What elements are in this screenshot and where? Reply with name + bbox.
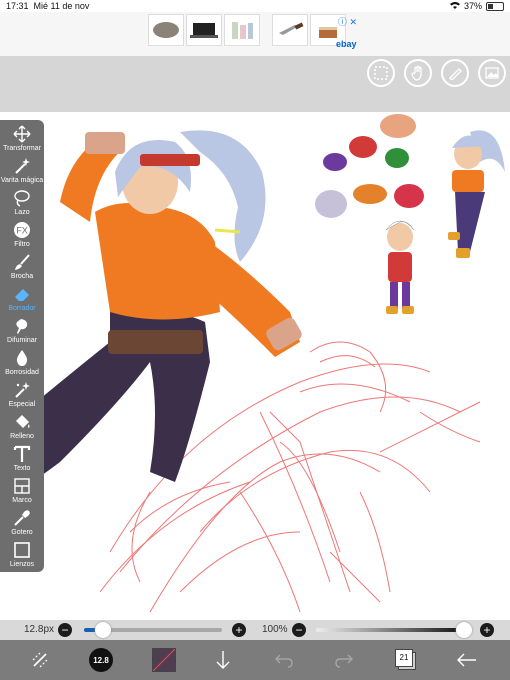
ad-thumb-fur[interactable] [148, 14, 184, 46]
brush-icon [12, 252, 32, 272]
status-time-date: 17:31 Mié 11 de nov [6, 1, 89, 11]
tool-smudge[interactable]: Difuminar [0, 316, 44, 344]
bucket-icon [12, 412, 32, 432]
hand-icon[interactable] [404, 59, 432, 87]
tool-label: Borrosidad [5, 369, 39, 376]
ad-thumb-knife[interactable] [272, 14, 308, 46]
tool-frame[interactable]: Marco [0, 476, 44, 504]
layers-count: 21 [395, 649, 413, 667]
ad-thumb-laptop[interactable] [186, 14, 222, 46]
brush-preview-icon[interactable]: 12.8 [89, 648, 113, 672]
redo-icon[interactable] [334, 651, 354, 674]
reference-figure-tall [448, 130, 505, 258]
tool-filter[interactable]: FX Filtro [0, 220, 44, 248]
tool-magic-wand[interactable]: Varita mágica [0, 156, 44, 184]
tool-label: Texto [13, 465, 31, 472]
opacity-minus-button[interactable]: − [292, 623, 306, 637]
tool-label: Relleno [10, 433, 34, 440]
brush-size-icon[interactable] [441, 59, 469, 87]
opacity-label: 100% [262, 624, 288, 635]
smudge-icon [12, 316, 32, 336]
tool-panel: Transformar Varita mágica Lazo FX Filtro… [0, 120, 44, 572]
tool-label: Especial [8, 401, 36, 408]
eyedropper-icon [12, 508, 32, 528]
tool-label: Varita mágica [0, 177, 44, 184]
status-right: 37% [449, 1, 504, 11]
drawing-canvas[interactable] [0, 112, 510, 620]
tool-canvas[interactable]: Lienzos [0, 540, 44, 568]
tool-label: Lazo [14, 209, 30, 216]
status-date: Mié 11 de nov [33, 1, 90, 11]
fx-icon: FX [12, 220, 32, 240]
canvas-icon [12, 540, 32, 560]
lasso-icon [12, 188, 32, 208]
tool-label: Transformar [3, 145, 41, 152]
magic-wand-icon [12, 156, 32, 176]
opacity-slider-track[interactable] [316, 628, 464, 632]
battery-icon [486, 1, 504, 11]
ad-thumbnails [148, 14, 346, 46]
status-bar: 17:31 Mié 11 de nov 37% [0, 0, 510, 12]
move-icon [12, 124, 32, 144]
color-swatches [315, 114, 424, 218]
image-icon[interactable] [478, 59, 506, 87]
tool-label: Borrador [8, 305, 36, 312]
ad-close-badge[interactable]: ⓘ ✕ [338, 15, 357, 28]
opacity-slider-knob[interactable] [456, 622, 472, 638]
brush-size-label: 12.8px [24, 624, 55, 635]
drop-icon [12, 348, 32, 368]
tool-lasso[interactable]: Lazo [0, 188, 44, 216]
tool-eyedropper[interactable]: Gotero [0, 508, 44, 536]
artwork [0, 114, 505, 613]
tool-label: Lienzos [9, 561, 35, 568]
reference-figure-small [385, 220, 415, 314]
tool-label: Filtro [14, 241, 30, 248]
ad-banner[interactable]: ⓘ ✕ ebay [0, 12, 510, 56]
back-arrow-icon[interactable] [456, 651, 478, 674]
tool-text[interactable]: Texto [0, 444, 44, 472]
sparkle-icon [12, 380, 32, 400]
brush-size-badge: 12.8 [93, 655, 109, 665]
slider-bar: 12.8px − + 100% − + [0, 620, 510, 640]
selection-icon[interactable] [367, 59, 395, 87]
tool-blur[interactable]: Borrosidad [0, 348, 44, 376]
undo-icon[interactable] [274, 651, 294, 674]
frame-icon [12, 476, 32, 496]
tool-label: Gotero [11, 529, 33, 536]
svg-text:FX: FX [16, 226, 28, 236]
tool-brush[interactable]: Brocha [0, 252, 44, 280]
size-plus-button[interactable]: + [232, 623, 246, 637]
opacity-plus-button[interactable]: + [480, 623, 494, 637]
tool-eraser[interactable]: Borrador [0, 284, 44, 312]
size-minus-button[interactable]: − [58, 623, 72, 637]
ad-thumb-bottles[interactable] [224, 14, 260, 46]
wifi-icon [449, 1, 460, 11]
tool-special[interactable]: Especial [0, 380, 44, 408]
layers-icon[interactable]: 21 [395, 649, 416, 670]
tool-label: Brocha [10, 273, 34, 280]
download-arrow-icon[interactable] [214, 649, 232, 676]
tool-transform[interactable]: Transformar [0, 124, 44, 152]
text-icon [12, 444, 32, 464]
tool-label: Difuminar [7, 337, 37, 344]
tool-label: Marco [12, 497, 32, 504]
tool-fill[interactable]: Relleno [0, 412, 44, 440]
symmetry-icon[interactable] [30, 650, 50, 675]
eraser-icon [12, 284, 32, 304]
size-slider-knob[interactable] [95, 622, 112, 638]
ad-brand: ebay [336, 39, 357, 49]
bottom-toolbar: 12.8 21 [0, 640, 510, 680]
color-swatch-icon[interactable] [152, 648, 176, 672]
status-time: 17:31 [6, 1, 29, 11]
battery-percent: 37% [463, 1, 482, 11]
main-character [0, 130, 302, 502]
top-toolbar [0, 56, 510, 112]
